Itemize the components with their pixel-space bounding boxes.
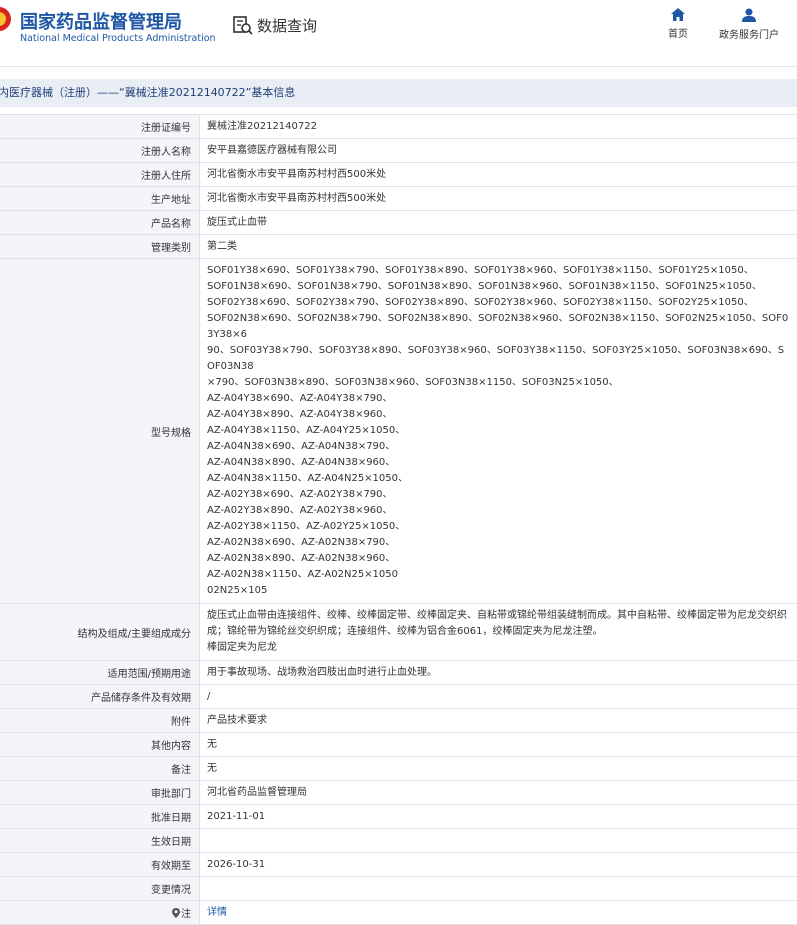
model-line: AZ-A04Y38×690、AZ-A04Y38×790、 — [207, 393, 393, 404]
table-row: 变更情况 — [0, 877, 797, 901]
row-value: 河北省药品监督管理局 — [207, 786, 307, 798]
row-value: 冀械注准20212140722 — [207, 120, 317, 132]
info-table: 注册证编号 冀械注准20212140722 注册人名称 安平县嘉德医疗器械有限公… — [0, 114, 797, 925]
structure-text: 旋压式止血带由连接组件、绞棒、绞棒固定带、绞棒固定夹、自粘带或锦纶带组装缝制而成… — [200, 604, 797, 660]
row-value: 第二类 — [207, 240, 237, 252]
row-label: 审批部门 — [0, 781, 200, 804]
table-row: 备注 无 — [0, 757, 797, 781]
model-line: 02N25×105 — [207, 585, 268, 596]
table-row: 注册人名称 安平县嘉德医疗器械有限公司 — [0, 139, 797, 163]
row-value: 2026-10-31 — [207, 858, 266, 870]
row-label: 生产地址 — [0, 187, 200, 210]
note-label: 注 — [181, 909, 191, 920]
model-line: AZ-A02N38×1150、AZ-A02N25×1050 — [207, 569, 399, 580]
model-line: AZ-A02N38×690、AZ-A02N38×790、 — [207, 537, 396, 548]
details-link[interactable]: 详情 — [207, 905, 227, 921]
model-line: AZ-A04N38×890、AZ-A04N38×960、 — [207, 457, 396, 468]
structure-line: 成；锦纶带为锦纶丝交织织成；连接组件、绞棒为铝合金6061，绞棒固定夹为尼龙注塑… — [207, 626, 603, 637]
table-row: 有效期至 2026-10-31 — [0, 853, 797, 877]
model-line: SOF02Y38×690、SOF02Y38×790、SOF02Y38×890、S… — [207, 297, 754, 308]
table-row: 批准日期 2021-11-01 — [0, 805, 797, 829]
row-label: 产品名称 — [0, 211, 200, 234]
nav-service-portal-label: 政务服务门户 — [719, 30, 779, 41]
model-line: AZ-A02Y38×690、AZ-A02Y38×790、 — [207, 489, 393, 500]
row-label: 产品储存条件及有效期 — [0, 685, 200, 708]
row-label: 管理类别 — [0, 235, 200, 258]
brand-name-en: National Medical Products Administration — [20, 33, 216, 44]
table-row-note: 注 详情 — [0, 901, 797, 925]
row-value: 河北省衡水市安平县南苏村村西500米处 — [207, 168, 387, 180]
model-line: AZ-A02Y38×1150、AZ-A02Y25×1050、 — [207, 521, 406, 532]
location-pin-icon — [172, 907, 180, 918]
row-label: 结构及组成/主要组成成分 — [0, 604, 200, 660]
model-line: SOF01N38×690、SOF01N38×790、SOF01N38×890、S… — [207, 281, 762, 292]
row-value: 安平县嘉德医疗器械有限公司 — [207, 144, 337, 156]
row-value: 河北省衡水市安平县南苏村村西500米处 — [207, 192, 387, 204]
nav-service-portal[interactable]: 政务服务门户 — [712, 8, 786, 41]
row-label: 注册证编号 — [0, 115, 200, 138]
row-label: 注册人住所 — [0, 163, 200, 186]
row-value: 详情 — [200, 901, 797, 924]
row-label: 生效日期 — [0, 829, 200, 852]
nav-home[interactable]: 首页 — [662, 8, 694, 40]
row-label: 附件 — [0, 709, 200, 732]
row-value: / — [207, 690, 211, 702]
model-line: AZ-A04Y38×1150、AZ-A04Y25×1050、 — [207, 425, 406, 436]
model-line: AZ-A04N38×690、AZ-A04N38×790、 — [207, 441, 396, 452]
table-row: 其他内容 无 — [0, 733, 797, 757]
row-value: 2021-11-01 — [207, 810, 266, 822]
emblem-logo — [0, 7, 11, 31]
home-icon — [671, 8, 685, 21]
data-query-icon — [233, 16, 253, 35]
structure-line: 棒固定夹为尼龙 — [207, 642, 277, 653]
table-row-model: 型号规格 SOF01Y38×690、SOF01Y38×790、SOF01Y38×… — [0, 259, 797, 604]
nav-home-label: 首页 — [668, 29, 688, 40]
table-row: 适用范围/预期用途 用于事故现场、战场救治四肢出血时进行止血处理。 — [0, 661, 797, 685]
table-row: 注册证编号 冀械注准20212140722 — [0, 115, 797, 139]
row-label: 适用范围/预期用途 — [0, 661, 200, 684]
table-row: 审批部门 河北省药品监督管理局 — [0, 781, 797, 805]
row-label: 备注 — [0, 757, 200, 780]
row-value — [200, 877, 797, 900]
row-value: 产品技术要求 — [207, 714, 267, 726]
row-value — [200, 829, 797, 852]
row-label: 注册人名称 — [0, 139, 200, 162]
model-line: SOF01Y38×690、SOF01Y38×790、SOF01Y38×890、S… — [207, 265, 754, 276]
row-label: 批准日期 — [0, 805, 200, 828]
model-line: 90、SOF03Y38×790、SOF03Y38×890、SOF03Y38×96… — [207, 345, 785, 372]
record-title: 内医疗器械（注册）——“冀械注准20212140722”基本信息 — [0, 86, 296, 99]
row-label: 变更情况 — [0, 877, 200, 900]
site-header: 国家药品监督管理局 National Medical Products Admi… — [0, 0, 797, 67]
data-query-label: 数据查询 — [257, 16, 318, 35]
table-row-structure: 结构及组成/主要组成成分 旋压式止血带由连接组件、绞棒、绞棒固定带、绞棒固定夹、… — [0, 604, 797, 661]
table-row: 附件 产品技术要求 — [0, 709, 797, 733]
model-line: AZ-A04N38×1150、AZ-A04N25×1050、 — [207, 473, 409, 484]
model-spec-list: SOF01Y38×690、SOF01Y38×790、SOF01Y38×890、S… — [200, 259, 797, 603]
table-row: 产品名称 旋压式止血带 — [0, 211, 797, 235]
table-row: 生产地址 河北省衡水市安平县南苏村村西500米处 — [0, 187, 797, 211]
row-label: 其他内容 — [0, 733, 200, 756]
row-value: 无 — [207, 762, 217, 774]
table-row: 注册人住所 河北省衡水市安平县南苏村村西500米处 — [0, 163, 797, 187]
structure-line: 旋压式止血带由连接组件、绞棒、绞棒固定带、绞棒固定夹、自粘带或锦纶带组装缝制而成… — [207, 610, 787, 621]
row-label: 有效期至 — [0, 853, 200, 876]
model-line: SOF02N38×690、SOF02N38×790、SOF02N38×890、S… — [207, 313, 789, 340]
model-line: ×790、SOF03N38×890、SOF03N38×960、SOF03N38×… — [207, 377, 619, 388]
row-value: 旋压式止血带 — [207, 216, 267, 228]
row-label: 注 — [0, 901, 200, 924]
row-value: 用于事故现场、战场救治四肢出血时进行止血处理。 — [207, 666, 437, 678]
model-line: AZ-A04Y38×890、AZ-A04Y38×960、 — [207, 409, 393, 420]
row-value: 无 — [207, 738, 217, 750]
model-line: AZ-A02Y38×890、AZ-A02Y38×960、 — [207, 505, 393, 516]
model-line: AZ-A02N38×890、AZ-A02N38×960、 — [207, 553, 396, 564]
brand-name-cn: 国家药品监督管理局 — [20, 12, 182, 33]
table-row: 生效日期 — [0, 829, 797, 853]
table-row: 产品储存条件及有效期 / — [0, 685, 797, 709]
user-icon — [742, 8, 756, 22]
table-row: 管理类别 第二类 — [0, 235, 797, 259]
row-label: 型号规格 — [0, 259, 200, 603]
data-query-link[interactable]: 数据查询 — [232, 14, 317, 36]
record-title-bar: 内医疗器械（注册）——“冀械注准20212140722”基本信息 — [0, 79, 797, 107]
